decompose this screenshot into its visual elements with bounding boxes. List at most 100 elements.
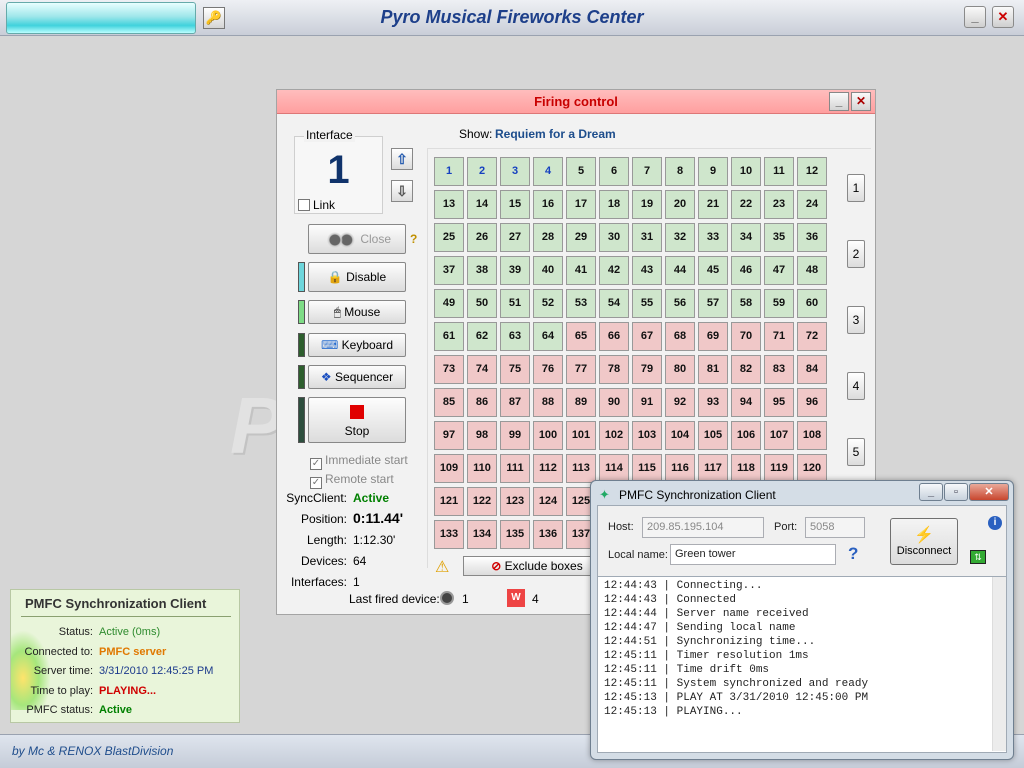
cue-cell-40[interactable]: 40 <box>533 256 563 285</box>
cue-cell-88[interactable]: 88 <box>533 388 563 417</box>
cue-cell-65[interactable]: 65 <box>566 322 596 351</box>
cue-cell-110[interactable]: 110 <box>467 454 497 483</box>
cue-cell-86[interactable]: 86 <box>467 388 497 417</box>
cue-cell-90[interactable]: 90 <box>599 388 629 417</box>
cue-cell-96[interactable]: 96 <box>797 388 827 417</box>
cue-cell-63[interactable]: 63 <box>500 322 530 351</box>
mouse-mode-button[interactable]: 🖱 Mouse <box>308 300 406 324</box>
cue-cell-122[interactable]: 122 <box>467 487 497 516</box>
cue-cell-50[interactable]: 50 <box>467 289 497 318</box>
cue-cell-31[interactable]: 31 <box>632 223 662 252</box>
cue-cell-53[interactable]: 53 <box>566 289 596 318</box>
cue-cell-42[interactable]: 42 <box>599 256 629 285</box>
cue-cell-49[interactable]: 49 <box>434 289 464 318</box>
cue-cell-64[interactable]: 64 <box>533 322 563 351</box>
cue-cell-20[interactable]: 20 <box>665 190 695 219</box>
cue-cell-10[interactable]: 10 <box>731 157 761 186</box>
cue-cell-44[interactable]: 44 <box>665 256 695 285</box>
cue-cell-58[interactable]: 58 <box>731 289 761 318</box>
cue-cell-136[interactable]: 136 <box>533 520 563 549</box>
cue-cell-28[interactable]: 28 <box>533 223 563 252</box>
cue-cell-34[interactable]: 34 <box>731 223 761 252</box>
cue-cell-72[interactable]: 72 <box>797 322 827 351</box>
cue-cell-123[interactable]: 123 <box>500 487 530 516</box>
port-field[interactable]: 5058 <box>805 517 865 538</box>
cue-cell-82[interactable]: 82 <box>731 355 761 384</box>
cue-cell-100[interactable]: 100 <box>533 421 563 450</box>
info-icon[interactable]: i <box>988 516 1002 530</box>
stop-button[interactable]: Stop <box>308 397 406 443</box>
cue-cell-61[interactable]: 61 <box>434 322 464 351</box>
cue-cell-13[interactable]: 13 <box>434 190 464 219</box>
cue-cell-19[interactable]: 19 <box>632 190 662 219</box>
group-button-3[interactable]: 3 <box>847 306 865 334</box>
cue-cell-22[interactable]: 22 <box>731 190 761 219</box>
cue-cell-67[interactable]: 67 <box>632 322 662 351</box>
cue-cell-29[interactable]: 29 <box>566 223 596 252</box>
cue-cell-109[interactable]: 109 <box>434 454 464 483</box>
cue-cell-71[interactable]: 71 <box>764 322 794 351</box>
cue-cell-2[interactable]: 2 <box>467 157 497 186</box>
cue-cell-83[interactable]: 83 <box>764 355 794 384</box>
exclude-boxes-button[interactable]: ⊘ Exclude boxes <box>463 556 611 576</box>
cue-cell-23[interactable]: 23 <box>764 190 794 219</box>
cue-cell-103[interactable]: 103 <box>632 421 662 450</box>
cue-cell-87[interactable]: 87 <box>500 388 530 417</box>
cue-cell-69[interactable]: 69 <box>698 322 728 351</box>
cue-cell-73[interactable]: 73 <box>434 355 464 384</box>
cue-cell-104[interactable]: 104 <box>665 421 695 450</box>
link-checkbox[interactable]: Link <box>298 198 335 212</box>
cue-cell-9[interactable]: 9 <box>698 157 728 186</box>
cue-cell-51[interactable]: 51 <box>500 289 530 318</box>
cue-cell-102[interactable]: 102 <box>599 421 629 450</box>
cue-cell-108[interactable]: 108 <box>797 421 827 450</box>
cue-cell-7[interactable]: 7 <box>632 157 662 186</box>
sequencer-mode-button[interactable]: ❖ Sequencer <box>308 365 406 389</box>
cue-cell-21[interactable]: 21 <box>698 190 728 219</box>
cue-cell-17[interactable]: 17 <box>566 190 596 219</box>
cue-cell-89[interactable]: 89 <box>566 388 596 417</box>
cue-cell-30[interactable]: 30 <box>599 223 629 252</box>
close-app-button[interactable]: ✕ <box>992 6 1014 28</box>
cue-cell-26[interactable]: 26 <box>467 223 497 252</box>
group-button-4[interactable]: 4 <box>847 372 865 400</box>
cue-cell-118[interactable]: 118 <box>731 454 761 483</box>
cue-cell-14[interactable]: 14 <box>467 190 497 219</box>
cue-cell-99[interactable]: 99 <box>500 421 530 450</box>
cue-cell-75[interactable]: 75 <box>500 355 530 384</box>
cue-cell-48[interactable]: 48 <box>797 256 827 285</box>
fw-minimize-button[interactable]: _ <box>829 92 849 111</box>
cue-cell-77[interactable]: 77 <box>566 355 596 384</box>
cue-cell-113[interactable]: 113 <box>566 454 596 483</box>
cue-cell-85[interactable]: 85 <box>434 388 464 417</box>
cue-cell-55[interactable]: 55 <box>632 289 662 318</box>
local-name-field[interactable]: Green tower <box>670 544 836 565</box>
cue-cell-15[interactable]: 15 <box>500 190 530 219</box>
cue-cell-57[interactable]: 57 <box>698 289 728 318</box>
cue-cell-33[interactable]: 33 <box>698 223 728 252</box>
cue-cell-91[interactable]: 91 <box>632 388 662 417</box>
cue-cell-38[interactable]: 38 <box>467 256 497 285</box>
cue-cell-32[interactable]: 32 <box>665 223 695 252</box>
keyboard-mode-button[interactable]: ⌨ Keyboard <box>308 333 406 357</box>
cue-cell-68[interactable]: 68 <box>665 322 695 351</box>
cue-cell-134[interactable]: 134 <box>467 520 497 549</box>
cue-cell-1[interactable]: 1 <box>434 157 464 186</box>
cue-cell-116[interactable]: 116 <box>665 454 695 483</box>
cue-cell-79[interactable]: 79 <box>632 355 662 384</box>
cue-cell-59[interactable]: 59 <box>764 289 794 318</box>
cue-cell-105[interactable]: 105 <box>698 421 728 450</box>
group-button-2[interactable]: 2 <box>847 240 865 268</box>
cue-cell-36[interactable]: 36 <box>797 223 827 252</box>
cue-cell-66[interactable]: 66 <box>599 322 629 351</box>
cue-cell-11[interactable]: 11 <box>764 157 794 186</box>
cue-cell-93[interactable]: 93 <box>698 388 728 417</box>
cue-cell-84[interactable]: 84 <box>797 355 827 384</box>
disable-button[interactable]: 🔒 Disable <box>308 262 406 292</box>
cue-cell-12[interactable]: 12 <box>797 157 827 186</box>
sc-close-button[interactable]: ✕ <box>969 483 1009 501</box>
cue-cell-107[interactable]: 107 <box>764 421 794 450</box>
cue-cell-5[interactable]: 5 <box>566 157 596 186</box>
cue-cell-25[interactable]: 25 <box>434 223 464 252</box>
cue-cell-35[interactable]: 35 <box>764 223 794 252</box>
